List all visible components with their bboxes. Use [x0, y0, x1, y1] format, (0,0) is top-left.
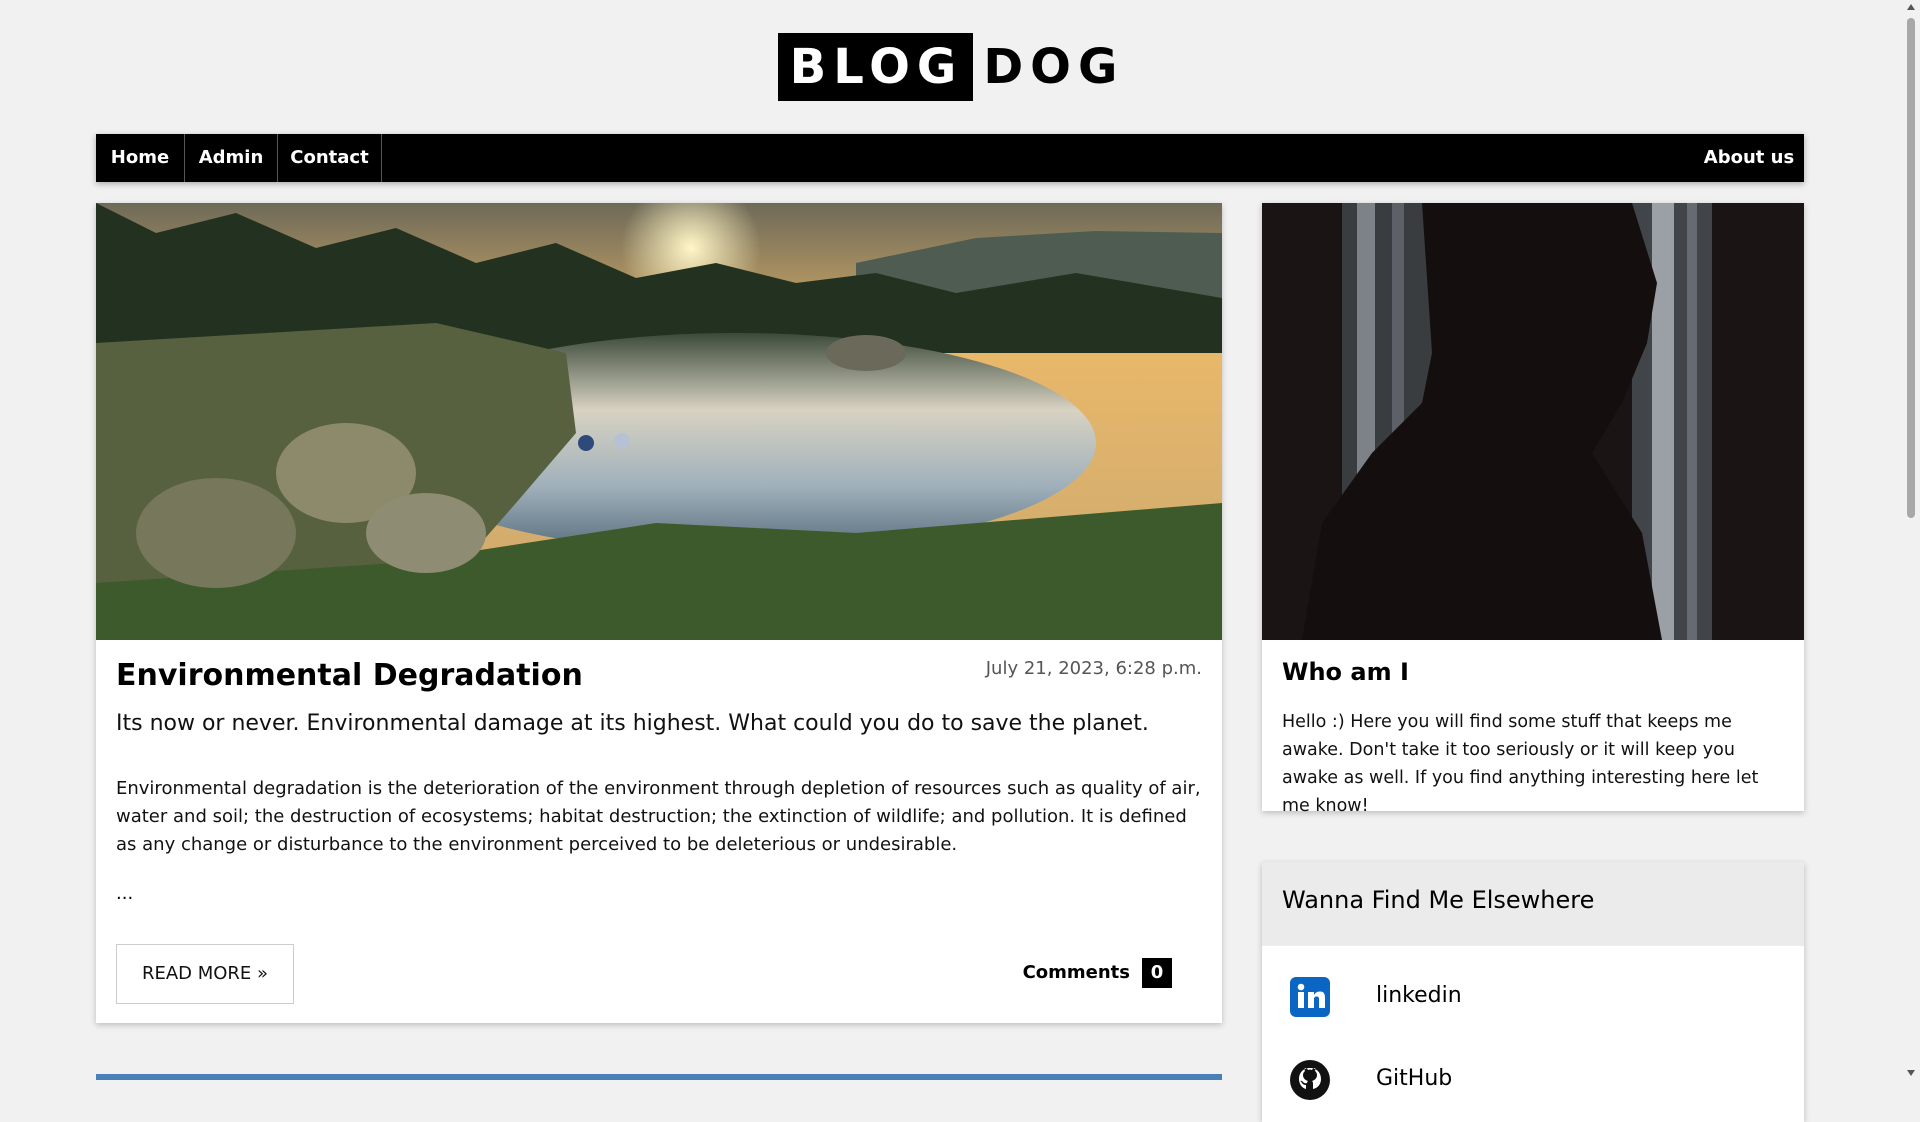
post-subtitle: Its now or never. Environmental damage a… [116, 711, 1149, 736]
scroll-down-arrow-icon[interactable] [1907, 1070, 1915, 1076]
nav-item-admin[interactable]: Admin [185, 134, 278, 182]
silhouette-window-photo [1262, 203, 1804, 640]
social-link-label: GitHub [1376, 1066, 1453, 1091]
landscape-lake-sunset-photo [96, 203, 1222, 640]
scrollbar-thumb[interactable] [1907, 18, 1915, 518]
read-more-button[interactable]: READ MORE » [116, 944, 294, 1004]
scroll-up-arrow-icon[interactable] [1907, 4, 1915, 10]
social-links-title: Wanna Find Me Elsewhere [1282, 886, 1595, 914]
about-image [1262, 203, 1804, 640]
github-icon [1290, 1060, 1330, 1100]
post-card: Environmental Degradation July 21, 2023,… [96, 203, 1222, 1023]
nav-item-contact[interactable]: Contact [278, 134, 382, 182]
next-post-image-top[interactable] [96, 1074, 1222, 1080]
page-scrollbar[interactable] [1902, 0, 1920, 1080]
top-navigation: Home Admin Contact About us [96, 134, 1804, 182]
about-text: Hello :) Here you will find some stuff t… [1282, 712, 1759, 816]
post-title[interactable]: Environmental Degradation [116, 658, 583, 693]
about-card: Who am I Hello :) Here you will find som… [1262, 203, 1804, 816]
comments-count-badge: 0 [1142, 958, 1172, 988]
nav-item-home[interactable]: Home [96, 134, 185, 182]
comments-link[interactable]: Comments 0 [1023, 958, 1172, 988]
logo-plain-text: DOG [983, 39, 1125, 95]
linkedin-icon [1290, 977, 1330, 1017]
social-links-header: Wanna Find Me Elsewhere [1262, 862, 1804, 946]
post-image[interactable] [96, 203, 1222, 640]
social-link-label: linkedin [1376, 983, 1462, 1008]
nav-item-about-us[interactable]: About us [1694, 134, 1804, 182]
about-title: Who am I [1282, 658, 1409, 686]
social-links-card: Wanna Find Me Elsewhere linkedin GitHub [1262, 862, 1804, 1122]
site-logo[interactable]: BLOG DOG [0, 33, 1902, 101]
logo-boxed-text: BLOG [777, 33, 974, 101]
comments-label: Comments [1022, 962, 1130, 983]
post-excerpt: Environmental degradation is the deterio… [116, 778, 1201, 855]
post-date: July 21, 2023, 6:28 p.m. [985, 658, 1202, 679]
post-ellipsis: ... [116, 883, 134, 904]
page: BLOG DOG Home Admin Contact About us Env… [0, 0, 1902, 1122]
